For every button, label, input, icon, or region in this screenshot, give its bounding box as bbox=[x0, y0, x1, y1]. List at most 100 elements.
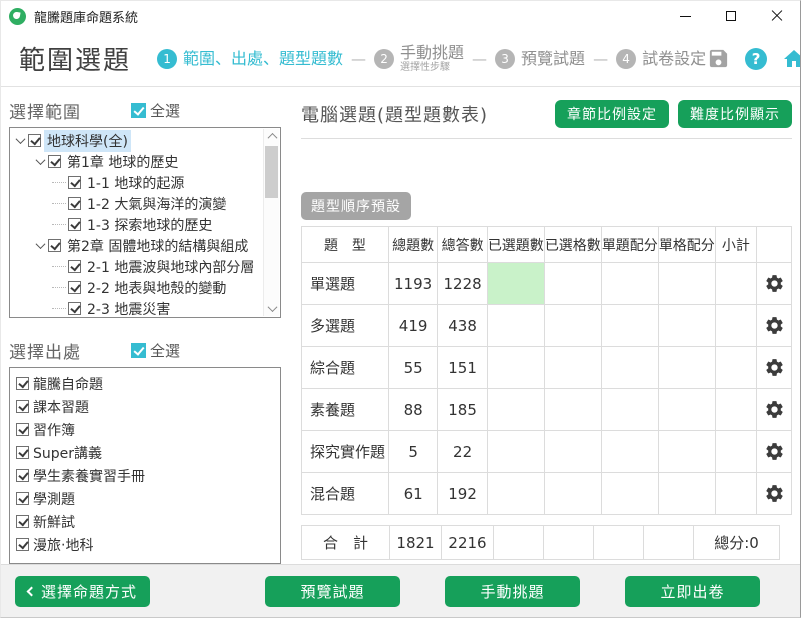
tree-label[interactable]: 地球科學(全) bbox=[44, 130, 131, 152]
difficulty-ratio-button[interactable]: 難度比例顯示 bbox=[678, 100, 792, 128]
back-to-mode-button[interactable]: 選擇命題方式 bbox=[15, 576, 150, 607]
checked-checkbox-icon[interactable] bbox=[16, 423, 29, 436]
scroll-down-icon[interactable] bbox=[264, 301, 280, 316]
summary-table: 合 計 1821 2216 總分:0 bbox=[301, 525, 780, 560]
selected-questions-input[interactable] bbox=[487, 263, 544, 305]
tree-label[interactable]: 1-1 地球的起源 bbox=[84, 172, 187, 194]
source-item[interactable]: 新鮮試 bbox=[16, 510, 274, 533]
chevron-down-icon[interactable] bbox=[12, 133, 28, 149]
tree-row[interactable]: 2-2 地表與地殼的變動 bbox=[12, 277, 262, 298]
selected-questions-input[interactable] bbox=[487, 431, 544, 473]
source-item[interactable]: 學生素養實習手冊 bbox=[16, 464, 274, 487]
col-header-settings bbox=[757, 227, 792, 263]
tree-label[interactable]: 第1章 地球的歷史 bbox=[64, 151, 181, 173]
source-select-all[interactable]: 全選 bbox=[131, 340, 180, 361]
checked-checkbox-icon[interactable] bbox=[48, 155, 61, 168]
tree-row[interactable]: 1-2 大氣與海洋的演變 bbox=[12, 193, 262, 214]
source-panel-title: 選擇出處 bbox=[9, 338, 121, 363]
chapter-tree: 地球科學(全) 第1章 地球的歷史 1-1 地球的起源 1-2 大氣與海洋的演變 bbox=[9, 127, 281, 318]
selected-blanks bbox=[544, 473, 601, 515]
row-settings-button[interactable] bbox=[757, 431, 792, 473]
maximize-button[interactable] bbox=[708, 1, 754, 31]
source-item[interactable]: 漫旅‧地科 bbox=[16, 533, 274, 556]
checked-checkbox-icon[interactable] bbox=[16, 377, 29, 390]
tree-scrollbar[interactable] bbox=[263, 129, 279, 316]
source-item[interactable]: Super講義 bbox=[16, 441, 274, 464]
checked-checkbox-icon[interactable] bbox=[68, 218, 81, 231]
manual-pick-button[interactable]: 手動挑題 bbox=[445, 576, 580, 607]
col-header-points-per-question: 單題配分 bbox=[601, 227, 658, 263]
chapter-ratio-button[interactable]: 章節比例設定 bbox=[555, 100, 669, 128]
row-settings-button[interactable] bbox=[757, 389, 792, 431]
total-questions: 419 bbox=[388, 305, 437, 347]
tree-row[interactable]: 地球科學(全) bbox=[12, 130, 262, 151]
checked-checkbox-icon[interactable] bbox=[68, 281, 81, 294]
question-order-badge[interactable]: 題型順序預設 bbox=[301, 192, 411, 220]
tree-row[interactable]: 第2章 固體地球的結構與組成 bbox=[12, 235, 262, 256]
selected-blanks bbox=[544, 263, 601, 305]
source-item[interactable]: 學測題 bbox=[16, 487, 274, 510]
checked-checkbox-icon[interactable] bbox=[16, 538, 29, 551]
selected-questions-input[interactable] bbox=[487, 347, 544, 389]
chevron-down-icon[interactable] bbox=[32, 154, 48, 170]
step-3-badge: 3 bbox=[495, 49, 515, 69]
tree-row[interactable]: 2-3 地震災害 bbox=[12, 298, 262, 318]
tree-label[interactable]: 2-2 地表與地殼的變動 bbox=[84, 277, 229, 299]
checked-checkbox-icon[interactable] bbox=[16, 446, 29, 459]
selected-questions-input[interactable] bbox=[487, 473, 544, 515]
summary-row: 合 計 1821 2216 總分:0 bbox=[302, 526, 780, 560]
source-item[interactable]: 課本習題 bbox=[16, 395, 274, 418]
total-questions: 88 bbox=[388, 389, 437, 431]
save-button[interactable] bbox=[706, 47, 730, 71]
range-select-all-label: 全選 bbox=[150, 100, 180, 121]
total-questions: 55 bbox=[388, 347, 437, 389]
range-select-all[interactable]: 全選 bbox=[131, 100, 180, 121]
checked-checkbox-icon[interactable] bbox=[68, 197, 81, 210]
question-type: 探究實作題 bbox=[302, 431, 389, 473]
row-settings-button[interactable] bbox=[757, 347, 792, 389]
tree-row[interactable]: 2-1 地震波與地球內部分層 bbox=[12, 256, 262, 277]
checked-checkbox-icon[interactable] bbox=[68, 176, 81, 189]
tree-label[interactable]: 1-3 探索地球的歷史 bbox=[84, 214, 215, 236]
points-per-blank bbox=[658, 389, 715, 431]
row-settings-button[interactable] bbox=[757, 473, 792, 515]
source-item[interactable]: 龍騰自命題 bbox=[16, 372, 274, 395]
checked-checkbox-icon[interactable] bbox=[16, 469, 29, 482]
tree-label[interactable]: 2-1 地震波與地球內部分層 bbox=[84, 256, 257, 278]
checked-checkbox-icon[interactable] bbox=[131, 103, 146, 118]
total-score-value: 0 bbox=[749, 534, 759, 552]
selected-questions-input[interactable] bbox=[487, 389, 544, 431]
scrollbar-thumb[interactable] bbox=[265, 146, 278, 198]
tree-row[interactable]: 第1章 地球的歷史 bbox=[12, 151, 262, 172]
points-per-question bbox=[601, 473, 658, 515]
tree-label[interactable]: 1-2 大氣與海洋的演變 bbox=[84, 193, 229, 215]
checked-checkbox-icon[interactable] bbox=[16, 492, 29, 505]
scroll-up-icon[interactable] bbox=[264, 129, 280, 144]
minimize-button[interactable] bbox=[662, 1, 708, 31]
checked-checkbox-icon[interactable] bbox=[68, 260, 81, 273]
checked-checkbox-icon[interactable] bbox=[68, 302, 81, 315]
tree-label[interactable]: 第2章 固體地球的結構與組成 bbox=[64, 235, 251, 257]
selected-questions-input[interactable] bbox=[487, 305, 544, 347]
row-settings-button[interactable] bbox=[757, 305, 792, 347]
tree-row[interactable]: 1-3 探索地球的歷史 bbox=[12, 214, 262, 235]
col-header-selected-questions: 已選題數 bbox=[487, 227, 544, 263]
close-button[interactable] bbox=[754, 1, 800, 31]
checked-checkbox-icon[interactable] bbox=[28, 134, 41, 147]
selected-blanks bbox=[544, 347, 601, 389]
checked-checkbox-icon[interactable] bbox=[16, 515, 29, 528]
preview-questions-button[interactable]: 預覽試題 bbox=[265, 576, 400, 607]
checked-checkbox-icon[interactable] bbox=[48, 239, 61, 252]
checked-checkbox-icon[interactable] bbox=[131, 343, 146, 358]
tree-label[interactable]: 2-3 地震災害 bbox=[84, 298, 173, 319]
source-item[interactable]: 習作簿 bbox=[16, 418, 274, 441]
tree-row[interactable]: 1-1 地球的起源 bbox=[12, 172, 262, 193]
row-settings-button[interactable] bbox=[757, 263, 792, 305]
help-button[interactable]: ? bbox=[744, 47, 768, 71]
home-button[interactable] bbox=[782, 47, 801, 71]
question-type: 單選題 bbox=[302, 263, 389, 305]
subtotal bbox=[715, 389, 756, 431]
generate-paper-button[interactable]: 立即出卷 bbox=[625, 576, 760, 607]
checked-checkbox-icon[interactable] bbox=[16, 400, 29, 413]
chevron-down-icon[interactable] bbox=[32, 238, 48, 254]
